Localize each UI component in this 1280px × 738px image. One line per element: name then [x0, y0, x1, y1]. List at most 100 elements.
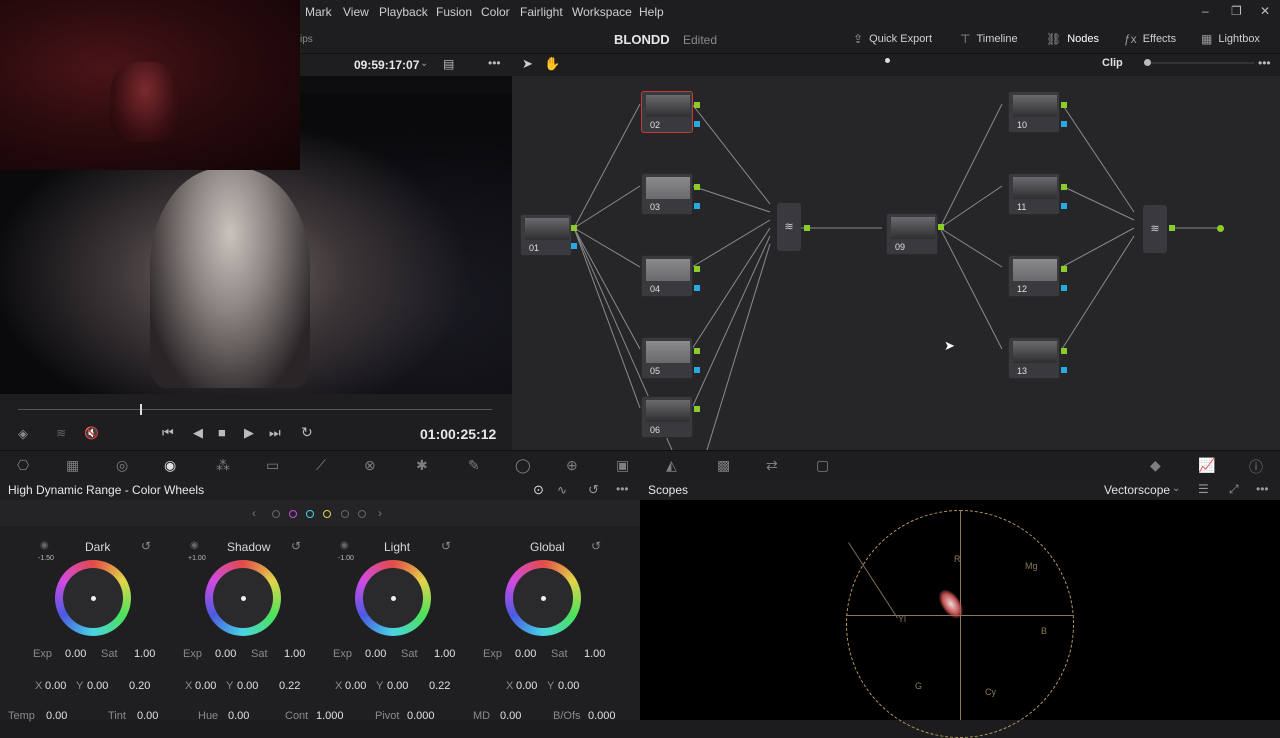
- x-value[interactable]: 0.00: [345, 680, 366, 692]
- clips-button[interactable]: ips: [300, 34, 313, 45]
- close-icon[interactable]: ✕: [1260, 4, 1270, 18]
- node-output-port[interactable]: [1061, 348, 1067, 354]
- motion-effects-icon[interactable]: ▭: [266, 457, 279, 474]
- hand-icon[interactable]: ✋: [544, 56, 560, 72]
- reset-icon[interactable]: ↺: [141, 539, 151, 553]
- node-output-port[interactable]: [1169, 225, 1175, 231]
- node-output-port[interactable]: [694, 367, 700, 373]
- node-01[interactable]: 01: [520, 214, 572, 256]
- z-value[interactable]: 0.20: [129, 680, 150, 692]
- zone-dot[interactable]: [272, 510, 280, 518]
- node-output-port[interactable]: [1061, 121, 1067, 127]
- node-output-port[interactable]: [1061, 184, 1067, 190]
- magic-mask-icon[interactable]: ▣: [616, 457, 629, 474]
- menu-mark[interactable]: Mark: [305, 5, 332, 19]
- node-output-port[interactable]: [694, 121, 700, 127]
- timeline-button[interactable]: ⊤ Timeline: [960, 32, 1018, 46]
- node-output-port[interactable]: [1061, 266, 1067, 272]
- menu-help[interactable]: Help: [639, 5, 664, 19]
- menu-fusion[interactable]: Fusion: [436, 5, 472, 19]
- y-value[interactable]: 0.00: [387, 680, 408, 692]
- keyframes-icon[interactable]: ◆: [1150, 457, 1161, 474]
- play-reverse-icon[interactable]: ◀: [193, 425, 203, 441]
- node-output-port[interactable]: [694, 184, 700, 190]
- sat-value[interactable]: 1.00: [584, 648, 605, 660]
- wheel-center-handle[interactable]: [391, 596, 396, 601]
- mute-icon[interactable]: 🔇: [84, 426, 99, 440]
- hdr-wheels-icon[interactable]: ◉: [164, 457, 176, 474]
- lightbox-button[interactable]: ▦ Lightbox: [1201, 32, 1260, 46]
- tracker-icon[interactable]: ⊕: [566, 457, 578, 474]
- zoom-slider[interactable]: [1144, 62, 1254, 64]
- expand-icon[interactable]: ⤢: [1229, 482, 1239, 497]
- zone-dot[interactable]: [289, 510, 297, 518]
- sat-value[interactable]: 1.00: [284, 648, 305, 660]
- node-mode-select[interactable]: Clip: [1102, 57, 1123, 69]
- b-offset-value[interactable]: 0.000: [588, 710, 616, 722]
- menu-color[interactable]: Color: [481, 5, 510, 19]
- nodes-button[interactable]: ⛓ Nodes: [1046, 32, 1099, 46]
- z-value[interactable]: 0.22: [279, 680, 300, 692]
- y-value[interactable]: 0.00: [558, 680, 579, 692]
- qualifier-icon[interactable]: ✱: [416, 457, 428, 474]
- wheel-center-handle[interactable]: [241, 596, 246, 601]
- color-match-icon[interactable]: ▦: [66, 457, 79, 474]
- wheel-center-handle[interactable]: [91, 596, 96, 601]
- node-output-port[interactable]: [804, 225, 810, 231]
- reset-icon[interactable]: ↺: [441, 539, 451, 553]
- node-13[interactable]: 13: [1008, 337, 1060, 379]
- node-11[interactable]: 11: [1008, 173, 1060, 215]
- exp-value[interactable]: 0.00: [515, 648, 536, 660]
- menu-workspace[interactable]: Workspace: [572, 5, 632, 19]
- x-value[interactable]: 0.00: [195, 680, 216, 692]
- node-output-port[interactable]: [1061, 367, 1067, 373]
- node-output-port[interactable]: [694, 285, 700, 291]
- zone-toggle-icon[interactable]: ◉: [340, 540, 349, 551]
- rgb-mixer-icon[interactable]: ⁂: [216, 457, 230, 474]
- reset-icon[interactable]: ↺: [291, 539, 301, 553]
- first-frame-icon[interactable]: ⏮: [162, 425, 174, 441]
- color-wheels-icon[interactable]: ◎: [116, 457, 128, 474]
- exp-value[interactable]: 0.00: [65, 648, 86, 660]
- z-value[interactable]: 0.22: [429, 680, 450, 692]
- playhead[interactable]: [140, 404, 142, 415]
- node-10[interactable]: 10: [1008, 91, 1060, 133]
- zone-dot[interactable]: [323, 510, 331, 518]
- node-output-port[interactable]: [1061, 102, 1067, 108]
- sizing-icon[interactable]: ⇄: [766, 457, 778, 474]
- layer-mixer-node[interactable]: ≋: [1143, 205, 1167, 253]
- node-output-port[interactable]: [694, 102, 700, 108]
- node-06[interactable]: 06: [641, 396, 693, 438]
- node-output-port[interactable]: [694, 348, 700, 354]
- temp-value[interactable]: 0.00: [46, 710, 67, 722]
- y-value[interactable]: 0.00: [87, 680, 108, 692]
- node-03[interactable]: 03: [641, 173, 693, 215]
- color-warper-icon[interactable]: ⊗: [364, 457, 376, 474]
- node-output-port[interactable]: [694, 203, 700, 209]
- final-output-port[interactable]: [1217, 225, 1224, 232]
- more-options-icon[interactable]: •••: [1258, 56, 1271, 70]
- layers-icon[interactable]: ≋: [56, 426, 66, 440]
- x-value[interactable]: 0.00: [516, 680, 537, 692]
- stop-icon[interactable]: ■: [218, 425, 226, 440]
- play-icon[interactable]: ▶: [244, 425, 254, 441]
- menu-view[interactable]: View: [343, 5, 369, 19]
- curves-icon[interactable]: ⟋: [316, 457, 326, 474]
- node-output-port[interactable]: [571, 225, 577, 231]
- node-output-port[interactable]: [694, 266, 700, 272]
- y-value[interactable]: 0.00: [237, 680, 258, 692]
- maximize-icon[interactable]: ❐: [1231, 4, 1242, 18]
- scope-type-select[interactable]: Vectorscope: [1104, 483, 1170, 497]
- reset-icon[interactable]: ↺: [588, 482, 599, 498]
- more-options-icon[interactable]: •••: [1256, 482, 1269, 496]
- minimize-icon[interactable]: –: [1202, 4, 1209, 18]
- window-icon[interactable]: ◯: [515, 457, 531, 474]
- scopes-icon[interactable]: 📈: [1198, 457, 1215, 474]
- info-icon[interactable]: ⓘ: [1249, 457, 1263, 477]
- node-output-port[interactable]: [938, 224, 944, 230]
- menu-playback[interactable]: Playback: [379, 5, 428, 19]
- menu-fairlight[interactable]: Fairlight: [520, 5, 563, 19]
- last-frame-icon[interactable]: ⏭: [269, 425, 281, 441]
- chevron-down-icon[interactable]: ⌄: [420, 58, 428, 69]
- blur-icon[interactable]: ◭: [666, 457, 677, 474]
